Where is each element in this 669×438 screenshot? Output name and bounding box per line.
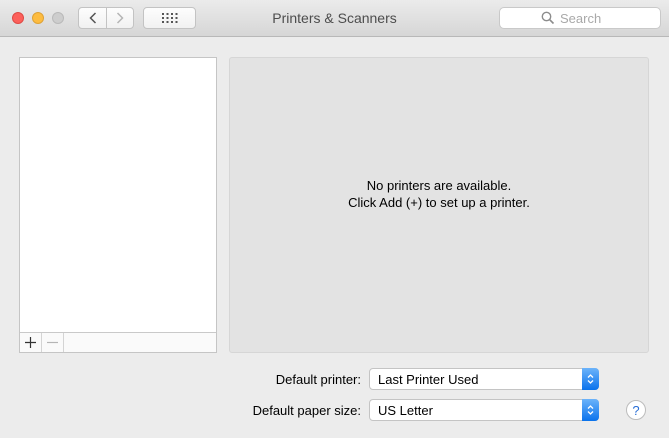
empty-state-line-1: No printers are available. [366,178,512,193]
search-icon [541,11,555,25]
popup-arrows-icon [582,399,599,421]
title-bar: Printers & Scanners Search [0,0,669,37]
empty-state-message: No printers are available. Click Add (+)… [230,177,648,211]
popup-arrows-icon [582,368,599,390]
add-printer-button[interactable] [20,333,42,352]
empty-state-line-2: Click Add (+) to set up a printer. [348,195,530,210]
default-printer-label: Default printer: [275,372,361,387]
minus-icon [47,341,58,344]
printer-list-toolbar [20,332,216,352]
paper-size-popup[interactable]: US Letter [369,399,599,421]
remove-printer-button[interactable] [42,333,64,352]
plus-icon [25,337,36,348]
printer-detail-panel: No printers are available. Click Add (+)… [229,57,649,353]
default-printer-popup[interactable]: Last Printer Used [369,368,599,390]
help-button[interactable]: ? [626,400,646,420]
search-field[interactable]: Search [499,7,661,29]
printer-list[interactable] [19,57,217,353]
search-placeholder: Search [560,11,602,26]
default-printer-value: Last Printer Used [378,372,479,387]
paper-size-label: Default paper size: [252,403,361,418]
paper-size-value: US Letter [378,403,433,418]
